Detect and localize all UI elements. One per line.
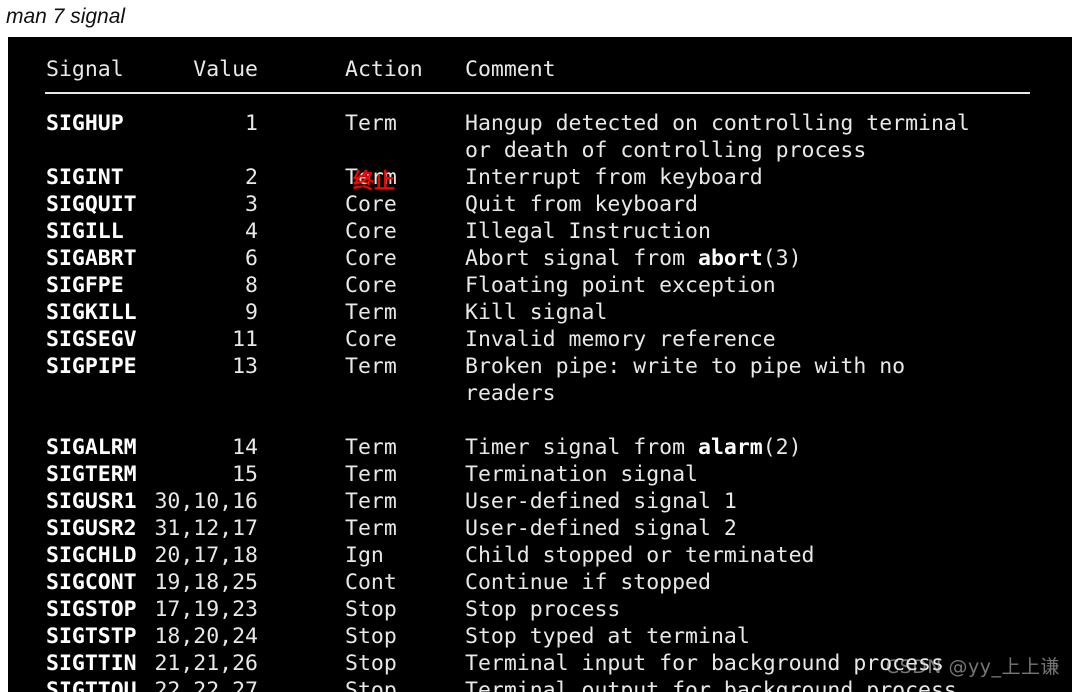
signal-value: 31,12,17 <box>154 516 258 541</box>
signal-comment: Continue if stopped <box>465 570 711 595</box>
signal-value: 4 <box>245 219 258 244</box>
signal-action: Term <box>345 489 397 514</box>
signal-comment: Terminal output for background process <box>465 678 957 692</box>
table-row: SIGILL 4 Core Illegal Instruction <box>8 218 1072 245</box>
signal-value: 14 <box>232 435 258 460</box>
signal-value: 15 <box>232 462 258 487</box>
signal-comment: Abort signal from abort(3) <box>465 246 802 271</box>
signal-value: 21,21,26 <box>154 651 258 676</box>
signal-value: 2 <box>245 165 258 190</box>
signal-value: 30,10,16 <box>154 489 258 514</box>
signal-action: Stop <box>345 597 397 622</box>
signal-value: 20,17,18 <box>154 543 258 568</box>
table-row: SIGUSR1 30,10,16 Term User-defined signal 1 <box>8 488 1072 515</box>
signal-comment: Interrupt from keyboard <box>465 165 763 190</box>
table-row: SIGALRM 14 Term Timer signal from alarm(2) <box>8 434 1072 461</box>
table-row: SIGABRT 6 Core Abort signal from abort(3) <box>8 245 1072 272</box>
table-row-continuation: readers <box>8 380 1072 407</box>
signal-comment-continuation: readers <box>465 381 556 406</box>
signal-comment: Timer signal from alarm(2) <box>465 435 802 460</box>
signal-action: Stop <box>345 651 397 676</box>
table-row: SIGTSTP 18,20,24 Stop Stop typed at termina… <box>8 623 1072 650</box>
signal-comment: Termination signal <box>465 462 698 487</box>
table-row: SIGFPE 8 Core Floating point exception <box>8 272 1072 299</box>
signal-comment: Stop typed at terminal <box>465 624 750 649</box>
signal-value: 22,22,27 <box>154 678 258 692</box>
signal-action: Core <box>345 192 397 217</box>
signal-action: Term <box>345 462 397 487</box>
signal-action: Core <box>345 273 397 298</box>
signal-value: 3 <box>245 192 258 217</box>
signal-value: 8 <box>245 273 258 298</box>
signal-action: Stop <box>345 678 397 692</box>
csdn-watermark: CSDN @yy_上上谦 <box>885 656 1060 678</box>
table-header-row: Signal Value Action Comment <box>8 56 1072 83</box>
table-row: SIGCHLD 20,17,18 Ign Child stopped or termi… <box>8 542 1072 569</box>
screenshot-root: man 7 signal Signal Value Action Comment SIG… <box>0 0 1072 692</box>
signal-value: 18,20,24 <box>154 624 258 649</box>
title-bar: man 7 signal <box>0 0 1072 37</box>
signal-action: Term <box>345 354 397 379</box>
table-row: SIGSTOP 17,19,23 Stop Stop process <box>8 596 1072 623</box>
signal-comment: User-defined signal 2 <box>465 516 737 541</box>
signal-comment: Floating point exception <box>465 273 776 298</box>
table-row-continuation: or death of controlling process <box>8 137 1072 164</box>
signal-value: 9 <box>245 300 258 325</box>
page-title: man 7 signal <box>6 5 126 28</box>
signal-value: 11 <box>232 327 258 352</box>
terminal-output-pane: Signal Value Action Comment SIGHUP 1 Term Hangu… <box>8 37 1072 692</box>
signal-comment-continuation: or death of controlling process <box>465 138 867 163</box>
column-header-action: Action <box>345 57 423 82</box>
table-row: SIGTERM 15 Term Termination signal <box>8 461 1072 488</box>
signal-action: Core <box>345 327 397 352</box>
signal-value: 17,19,23 <box>154 597 258 622</box>
header-separator-rule <box>45 92 1030 94</box>
signal-value: 19,18,25 <box>154 570 258 595</box>
signal-action: Cont <box>345 570 397 595</box>
table-row: SIGTTOU 22,22,27 Stop Terminal output for b… <box>8 677 1072 692</box>
table-row: SIGINT 2 Term Interrupt from keyboard <box>8 164 1072 191</box>
comment-function-name: alarm <box>698 435 763 460</box>
signal-comment: Kill signal <box>465 300 608 325</box>
column-header-comment: Comment <box>465 57 556 82</box>
red-cjk-annotation: 终止 <box>353 169 395 193</box>
comment-function-name: abort <box>698 246 763 271</box>
table-row: SIGKILL 9 Term Kill signal <box>8 299 1072 326</box>
table-row: SIGHUP 1 Term Hangup detected on controllin… <box>8 110 1072 137</box>
column-header-value: Value <box>193 57 258 82</box>
signal-comment: Stop process <box>465 597 621 622</box>
signal-comment: Hangup detected on controlling terminal <box>465 111 970 136</box>
signal-value: 6 <box>245 246 258 271</box>
signal-value: 13 <box>232 354 258 379</box>
table-row: SIGPIPE 13 Term Broken pipe: write to pipe … <box>8 353 1072 380</box>
signal-comment: Broken pipe: write to pipe with no <box>465 354 906 379</box>
signal-comment: Quit from keyboard <box>465 192 698 217</box>
table-row: SIGQUIT 3 Core Quit from keyboard <box>8 191 1072 218</box>
table-row: SIGUSR2 31,12,17 Term User-defined signal 2 <box>8 515 1072 542</box>
signal-action: Core <box>345 219 397 244</box>
signal-action: Ign <box>345 543 384 568</box>
signal-action: Stop <box>345 624 397 649</box>
signal-action: Core <box>345 246 397 271</box>
signal-comment: Child stopped or terminated <box>465 543 815 568</box>
signal-value: 1 <box>245 111 258 136</box>
table-row: SIGCONT 19,18,25 Cont Continue if stopped <box>8 569 1072 596</box>
signal-action: Term <box>345 516 397 541</box>
signal-comment: Illegal Instruction <box>465 219 711 244</box>
table-row: SIGSEGV 11 Core Invalid memory reference <box>8 326 1072 353</box>
signal-action: Term <box>345 435 397 460</box>
signal-action: Term <box>345 300 397 325</box>
signal-comment: Invalid memory reference <box>465 327 776 352</box>
signal-comment: User-defined signal 1 <box>465 489 737 514</box>
signal-action: Term <box>345 111 397 136</box>
